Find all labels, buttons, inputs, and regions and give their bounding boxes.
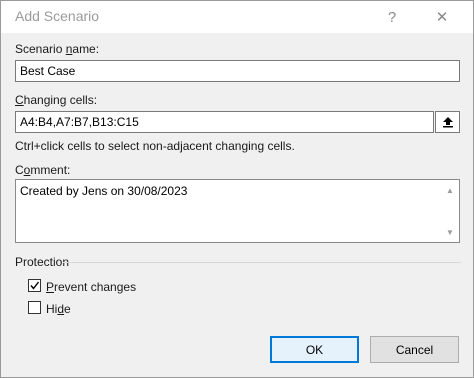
prevent-changes-checkbox[interactable] [28, 279, 41, 292]
collapse-dialog-arrow-icon [442, 117, 453, 128]
checkmark-icon [30, 281, 40, 290]
scenario-name-label: Scenario name: [15, 42, 100, 56]
title-bar: Add Scenario ? ✕ [1, 1, 473, 33]
help-button[interactable]: ? [377, 5, 407, 29]
prevent-changes-label[interactable]: Prevent changes [46, 280, 136, 294]
add-scenario-dialog: Add Scenario ? ✕ Scenario name: Best Cas… [0, 0, 474, 378]
dialog-title: Add Scenario [15, 8, 100, 24]
scenario-name-input[interactable]: Best Case [15, 60, 460, 82]
scroll-up-icon[interactable]: ▲ [446, 186, 454, 195]
changing-cells-label: Changing cells: [15, 93, 98, 107]
protection-separator [63, 262, 461, 263]
hide-label[interactable]: Hide [46, 302, 71, 316]
comment-text: Created by Jens on 30/08/2023 [20, 184, 188, 198]
changing-cells-hint: Ctrl+click cells to select non-adjacent … [15, 139, 295, 153]
scroll-down-icon[interactable]: ▼ [446, 228, 454, 237]
cancel-button[interactable]: Cancel [370, 336, 459, 363]
comment-scrollbar[interactable]: ▲ ▼ [442, 180, 459, 242]
changing-cells-input[interactable]: A4:B4,A7:B7,B13:C15 [15, 111, 434, 133]
hide-checkbox[interactable] [28, 301, 41, 314]
close-button[interactable]: ✕ [427, 5, 457, 29]
ok-button[interactable]: OK [270, 336, 359, 363]
collapse-dialog-button[interactable] [435, 111, 460, 133]
comment-textarea[interactable]: Created by Jens on 30/08/2023 ▲ ▼ [15, 179, 460, 243]
comment-label: Comment: [15, 163, 71, 177]
protection-label: Protection [15, 255, 70, 269]
